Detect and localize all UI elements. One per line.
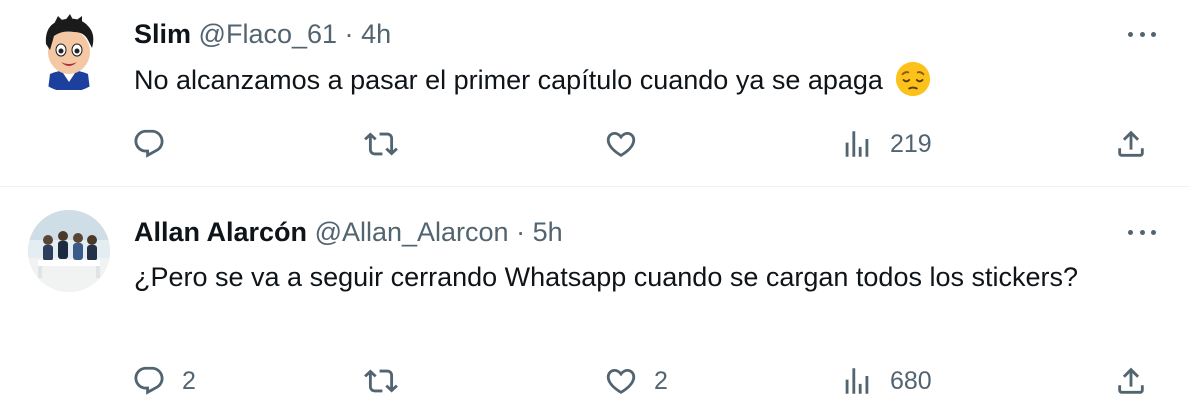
views-button[interactable]: 219 [840, 124, 932, 164]
views-icon [840, 364, 874, 398]
display-name[interactable]: Slim [134, 19, 191, 49]
more-icon[interactable] [1126, 220, 1158, 244]
timestamp[interactable]: 4h [361, 19, 391, 49]
like-button[interactable]: 2 [604, 361, 668, 401]
views-count: 219 [890, 129, 932, 158]
share-icon [1114, 127, 1148, 161]
tweet-actions: 219 [0, 124, 1190, 164]
reply-icon [132, 364, 166, 398]
heart-icon [604, 127, 638, 161]
more-icon[interactable] [1126, 22, 1158, 46]
share-button[interactable] [1114, 361, 1148, 401]
separator: · [344, 19, 354, 49]
like-count: 2 [654, 366, 668, 395]
heart-icon [604, 364, 638, 398]
retweet-icon [364, 364, 398, 398]
reply-icon [132, 127, 166, 161]
tweet[interactable]: Allan Alarcón @Allan_Alarcon · 5h ¿Pero … [0, 187, 1190, 416]
group-photo-avatar-icon [28, 210, 110, 292]
tweet-text-content: No alcanzamos a pasar el primer capítulo… [134, 65, 883, 95]
retweet-button[interactable] [364, 124, 414, 164]
tweet-actions: 2 2 680 [0, 361, 1190, 401]
tweet-text: ¿Pero se va a seguir cerrando Whatsapp c… [134, 257, 1080, 297]
avatar[interactable] [28, 210, 110, 292]
views-button[interactable]: 680 [840, 361, 932, 401]
share-icon [1114, 364, 1148, 398]
tweet[interactable]: Slim @Flaco_61 · 4h No alcanzamos a pasa… [0, 0, 1190, 186]
retweet-icon [364, 127, 398, 161]
cartoon-avatar-icon [28, 10, 110, 92]
tweet-header: Slim @Flaco_61 · 4h [134, 17, 391, 51]
reply-button[interactable] [132, 124, 182, 164]
display-name[interactable]: Allan Alarcón [134, 217, 307, 247]
user-handle[interactable]: @Flaco_61 [199, 19, 337, 49]
views-icon [840, 127, 874, 161]
retweet-button[interactable] [364, 361, 414, 401]
separator: · [516, 217, 526, 247]
reply-button[interactable]: 2 [132, 361, 196, 401]
pensive-face-emoji [896, 61, 931, 97]
timestamp[interactable]: 5h [533, 217, 563, 247]
share-button[interactable] [1114, 124, 1148, 164]
views-count: 680 [890, 366, 932, 395]
tweet-header: Allan Alarcón @Allan_Alarcon · 5h [134, 215, 563, 249]
user-handle[interactable]: @Allan_Alarcon [315, 217, 509, 247]
tweet-text-content: ¿Pero se va a seguir cerrando Whatsapp c… [134, 262, 1078, 292]
avatar[interactable] [28, 10, 110, 92]
like-button[interactable] [604, 124, 654, 164]
tweet-text: No alcanzamos a pasar el primer capítulo… [134, 60, 1080, 100]
reply-count: 2 [182, 366, 196, 395]
